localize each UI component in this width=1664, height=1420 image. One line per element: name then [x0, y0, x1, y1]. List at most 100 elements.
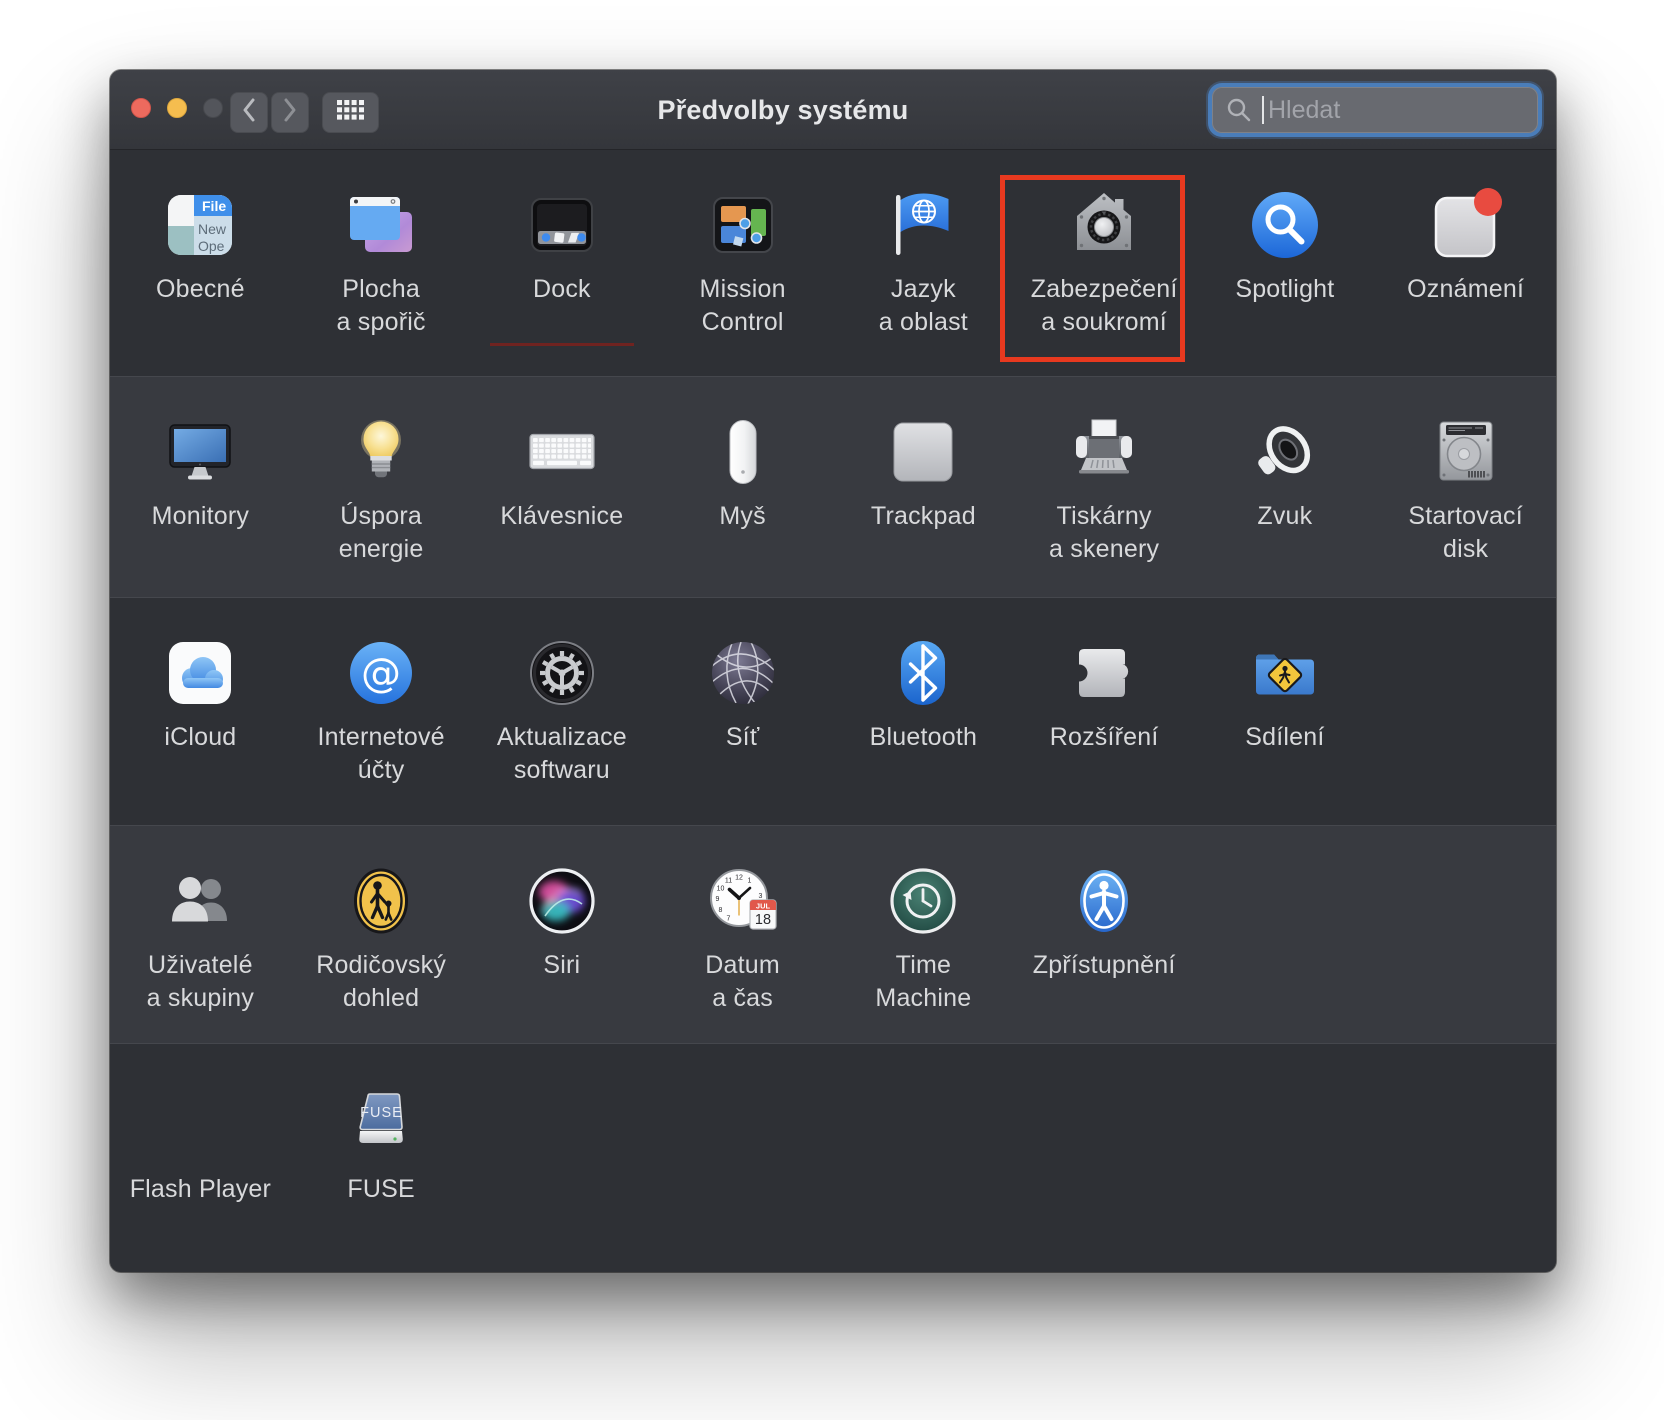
pref-label-rodicovsky-dohled: Rodičovský dohled	[316, 951, 447, 1012]
svg-text:@: @	[361, 651, 401, 697]
svg-text:New: New	[198, 221, 227, 237]
parental-controls-icon	[342, 862, 420, 940]
pref-sdileni[interactable]: Sdílení	[1195, 598, 1376, 825]
software-update-icon	[523, 634, 601, 712]
time-machine-icon	[884, 862, 962, 940]
icon-placeholder	[161, 1086, 239, 1164]
svg-text:10: 10	[716, 886, 724, 893]
dock-icon	[523, 186, 601, 264]
startup-disk-icon	[1427, 413, 1505, 491]
users-groups-icon	[161, 862, 239, 940]
pref-label-uspora-energie: Úspora energie	[338, 502, 424, 563]
pref-label-zvuk: Zvuk	[1257, 502, 1313, 530]
pref-rodicovsky-dohled[interactable]: Rodičovský dohled	[291, 826, 472, 1043]
pref-dock[interactable]: Dock	[472, 150, 653, 376]
siri-icon	[523, 862, 601, 940]
pref-label-jazyk-a-oblast: Jazyk a oblast	[878, 275, 968, 336]
pref-internetove-ucty[interactable]: @ Internetové účty	[291, 598, 472, 825]
notifications-icon	[1427, 186, 1505, 264]
svg-text:1: 1	[747, 878, 751, 885]
general-icon: File New Ope	[161, 186, 239, 264]
search-field	[1212, 87, 1556, 133]
sharing-icon	[1246, 634, 1324, 712]
pref-label-klavesnice: Klávesnice	[500, 502, 624, 530]
displays-icon	[161, 413, 239, 491]
pref-label-obecne: Obecné	[155, 275, 245, 303]
pref-datum-a-cas[interactable]: 12 11 1 10 9 8 7 3 JUL 18 Datum a čas	[652, 826, 833, 1043]
svg-text:File: File	[202, 198, 226, 214]
desktop-screensaver-icon	[342, 186, 420, 264]
svg-text:12: 12	[735, 875, 743, 882]
pref-label-sit: Síť	[725, 723, 760, 751]
fuse-icon: FUSE	[342, 1086, 420, 1164]
trackpad-icon	[884, 413, 962, 491]
pref-label-startovaci-disk: Startovací disk	[1408, 502, 1523, 563]
pref-icloud[interactable]: iCloud	[110, 598, 291, 825]
icloud-icon	[161, 634, 239, 712]
mission-control-icon	[704, 186, 782, 264]
pref-siri[interactable]: Siri	[472, 826, 653, 1043]
internet-accounts-icon: @	[342, 634, 420, 712]
mouse-icon	[704, 413, 782, 491]
prefs-row-2: Monitory Úspora energie Klávesnice Myš Track…	[110, 376, 1556, 597]
pref-monitory[interactable]: Monitory	[110, 377, 291, 597]
pref-jazyk-a-oblast[interactable]: Jazyk a oblast	[833, 150, 1014, 376]
pref-label-icloud: iCloud	[164, 723, 237, 751]
security-privacy-icon	[1065, 186, 1143, 264]
system-preferences-window: Předvolby systému File NewOpe Obecné Plocha…	[110, 70, 1556, 1272]
bluetooth-icon	[884, 634, 962, 712]
pref-label-monitory: Monitory	[151, 502, 250, 530]
prefs-row-5: Flash Player FUSE FUSE	[110, 1043, 1556, 1272]
pref-klavesnice[interactable]: Klávesnice	[472, 377, 653, 597]
pref-label-spotlight: Spotlight	[1235, 275, 1335, 303]
printers-scanners-icon	[1065, 413, 1143, 491]
sound-icon	[1246, 413, 1324, 491]
svg-text:8: 8	[718, 907, 722, 914]
pref-zabezpeceni-a-soukromi[interactable]: Zabezpečení a soukromí	[1014, 150, 1195, 376]
pref-label-siri: Siri	[543, 951, 581, 979]
search-icon	[1226, 97, 1252, 123]
energy-saver-icon	[342, 413, 420, 491]
accessibility-icon	[1065, 862, 1143, 940]
pref-mys[interactable]: Myš	[652, 377, 833, 597]
pref-uzivatele-a-skupiny[interactable]: Uživatelé a skupiny	[110, 826, 291, 1043]
pref-sit[interactable]: Síť	[652, 598, 833, 825]
pref-label-zpristupneni: Zpřístupnění	[1032, 951, 1176, 979]
svg-text:3: 3	[758, 893, 762, 900]
pref-tiskarny-a-skenery[interactable]: Tiskárny a skenery	[1014, 377, 1195, 597]
window-titlebar: Předvolby systému	[110, 70, 1556, 150]
svg-text:JUL: JUL	[756, 902, 771, 911]
svg-text:Ope: Ope	[198, 238, 225, 254]
pref-mission-control[interactable]: Mission Control	[652, 150, 833, 376]
pref-time-machine[interactable]: Time Machine	[833, 826, 1014, 1043]
pref-plocha-a-sporic[interactable]: Plocha a spořič	[291, 150, 472, 376]
pref-label-oznameni: Oznámení	[1407, 275, 1525, 303]
pref-label-zabezpeceni-a-soukromi: Zabezpečení a soukromí	[1030, 275, 1178, 336]
pref-label-bluetooth: Bluetooth	[869, 723, 978, 751]
pref-aktualizace-softwaru[interactable]: Aktualizace softwaru	[472, 598, 653, 825]
pref-label-mission-control: Mission Control	[699, 275, 786, 336]
svg-text:18: 18	[755, 912, 771, 928]
spotlight-icon	[1246, 186, 1324, 264]
pref-zpristupneni[interactable]: Zpřístupnění	[1014, 826, 1195, 1043]
pref-spotlight[interactable]: Spotlight	[1195, 150, 1376, 376]
pref-obecne[interactable]: File New Ope Obecné	[110, 150, 291, 376]
pref-rozsireni[interactable]: Rozšíření	[1014, 598, 1195, 825]
prefs-row-3: iCloud @ Internetové účty Aktualizace softw…	[110, 597, 1556, 825]
pref-startovaci-disk[interactable]: Startovací disk	[1375, 377, 1556, 597]
pref-zvuk[interactable]: Zvuk	[1195, 377, 1376, 597]
pref-label-plocha-a-sporic: Plocha a spořič	[336, 275, 426, 336]
svg-text:FUSE: FUSE	[360, 1105, 403, 1121]
pref-uspora-energie[interactable]: Úspora energie	[291, 377, 472, 597]
pref-label-sdileni: Sdílení	[1245, 723, 1325, 751]
date-time-icon: 12 11 1 10 9 8 7 3 JUL 18	[704, 862, 782, 940]
pref-flash-player[interactable]: Flash Player	[110, 1044, 291, 1272]
pref-fuse[interactable]: FUSE FUSE	[291, 1044, 472, 1272]
svg-text:11: 11	[724, 878, 731, 885]
pref-bluetooth[interactable]: Bluetooth	[833, 598, 1014, 825]
pref-trackpad[interactable]: Trackpad	[833, 377, 1014, 597]
pref-oznameni[interactable]: Oznámení	[1375, 150, 1556, 376]
pref-label-time-machine: Time Machine	[875, 951, 972, 1012]
network-icon	[704, 634, 782, 712]
pref-label-flash-player: Flash Player	[129, 1175, 272, 1203]
